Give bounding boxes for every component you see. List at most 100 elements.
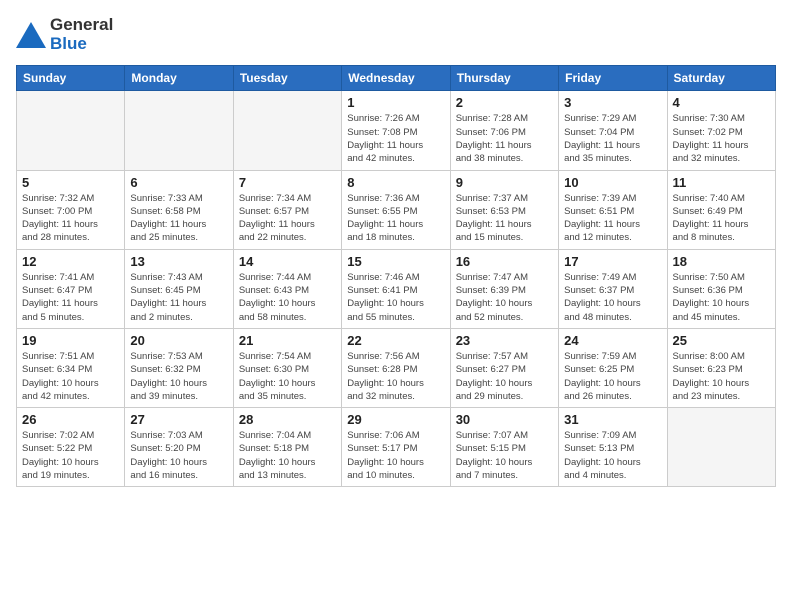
calendar-cell: 30Sunrise: 7:07 AM Sunset: 5:15 PM Dayli… xyxy=(450,408,558,487)
calendar-cell: 15 Sunrise: 7:46 AM Sunset: 6:41 PM Dayli… xyxy=(342,249,450,328)
calendar-cell: 4 Sunrise: 7:30 AM Sunset: 7:02 PM Daylig… xyxy=(667,91,775,170)
calendar-cell: 23 Sunrise: 7:57 AM Sunset: 6:27 PM Dayli… xyxy=(450,328,558,407)
calendar-cell: 29 Sunrise: 7:06 AM Sunset: 5:17 PM Dayli… xyxy=(342,408,450,487)
calendar-cell: 2Sunrise: 7:28 AM Sunset: 7:06 PM Daylig… xyxy=(450,91,558,170)
day-number: 23 xyxy=(456,333,553,348)
day-info: Sunrise: 7:37 AM Sunset: 6:53 PM Dayligh… xyxy=(456,192,553,245)
day-info: Sunrise: 7:41 AM Sunset: 6:47 PM Dayligh… xyxy=(22,271,119,324)
calendar-cell: 20 Sunrise: 7:53 AM Sunset: 6:32 PM Dayli… xyxy=(125,328,233,407)
day-info: Sunrise: 7:07 AM Sunset: 5:15 PM Dayligh… xyxy=(456,429,553,482)
day-info: Sunrise: 7:46 AM Sunset: 6:41 PM Dayligh… xyxy=(347,271,444,324)
calendar-cell: 14 Sunrise: 7:44 AM Sunset: 6:43 PM Dayli… xyxy=(233,249,341,328)
calendar-cell: 17Sunrise: 7:49 AM Sunset: 6:37 PM Dayli… xyxy=(559,249,667,328)
weekday-header-friday: Friday xyxy=(559,66,667,91)
calendar-cell: 11Sunrise: 7:40 AM Sunset: 6:49 PM Dayli… xyxy=(667,170,775,249)
day-info: Sunrise: 7:47 AM Sunset: 6:39 PM Dayligh… xyxy=(456,271,553,324)
calendar-cell xyxy=(125,91,233,170)
day-number: 9 xyxy=(456,175,553,190)
weekday-header-tuesday: Tuesday xyxy=(233,66,341,91)
day-number: 26 xyxy=(22,412,119,427)
day-info: Sunrise: 7:43 AM Sunset: 6:45 PM Dayligh… xyxy=(130,271,227,324)
day-info: Sunrise: 7:40 AM Sunset: 6:49 PM Dayligh… xyxy=(673,192,770,245)
day-number: 31 xyxy=(564,412,661,427)
calendar-cell: 26 Sunrise: 7:02 AM Sunset: 5:22 PM Dayli… xyxy=(17,408,125,487)
calendar-cell: 9 Sunrise: 7:37 AM Sunset: 6:53 PM Daylig… xyxy=(450,170,558,249)
weekday-header-sunday: Sunday xyxy=(17,66,125,91)
day-info: Sunrise: 7:04 AM Sunset: 5:18 PM Dayligh… xyxy=(239,429,336,482)
logo-bird-icon xyxy=(16,22,46,48)
day-info: Sunrise: 7:09 AM Sunset: 5:13 PM Dayligh… xyxy=(564,429,661,482)
day-number: 8 xyxy=(347,175,444,190)
day-info: Sunrise: 7:02 AM Sunset: 5:22 PM Dayligh… xyxy=(22,429,119,482)
day-number: 20 xyxy=(130,333,227,348)
day-info: Sunrise: 7:03 AM Sunset: 5:20 PM Dayligh… xyxy=(130,429,227,482)
logo: GeneralBlue xyxy=(16,16,113,53)
day-number: 27 xyxy=(130,412,227,427)
day-info: Sunrise: 7:33 AM Sunset: 6:58 PM Dayligh… xyxy=(130,192,227,245)
calendar-cell: 12 Sunrise: 7:41 AM Sunset: 6:47 PM Dayli… xyxy=(17,249,125,328)
day-info: Sunrise: 7:56 AM Sunset: 6:28 PM Dayligh… xyxy=(347,350,444,403)
calendar-cell: 22 Sunrise: 7:56 AM Sunset: 6:28 PM Dayli… xyxy=(342,328,450,407)
day-info: Sunrise: 8:00 AM Sunset: 6:23 PM Dayligh… xyxy=(673,350,770,403)
calendar-cell xyxy=(667,408,775,487)
day-number: 25 xyxy=(673,333,770,348)
day-info: Sunrise: 7:39 AM Sunset: 6:51 PM Dayligh… xyxy=(564,192,661,245)
day-info: Sunrise: 7:54 AM Sunset: 6:30 PM Dayligh… xyxy=(239,350,336,403)
calendar-cell xyxy=(233,91,341,170)
calendar-cell: 21 Sunrise: 7:54 AM Sunset: 6:30 PM Dayli… xyxy=(233,328,341,407)
day-number: 28 xyxy=(239,412,336,427)
day-number: 15 xyxy=(347,254,444,269)
day-info: Sunrise: 7:30 AM Sunset: 7:02 PM Dayligh… xyxy=(673,112,770,165)
calendar-week-3: 12 Sunrise: 7:41 AM Sunset: 6:47 PM Dayli… xyxy=(17,249,776,328)
weekday-header-thursday: Thursday xyxy=(450,66,558,91)
calendar-cell: 3 Sunrise: 7:29 AM Sunset: 7:04 PM Daylig… xyxy=(559,91,667,170)
day-number: 1 xyxy=(347,95,444,110)
calendar-cell: 1Sunrise: 7:26 AM Sunset: 7:08 PM Daylig… xyxy=(342,91,450,170)
day-number: 24 xyxy=(564,333,661,348)
calendar-cell: 6 Sunrise: 7:33 AM Sunset: 6:58 PM Daylig… xyxy=(125,170,233,249)
calendar-week-5: 26 Sunrise: 7:02 AM Sunset: 5:22 PM Dayli… xyxy=(17,408,776,487)
day-info: Sunrise: 7:36 AM Sunset: 6:55 PM Dayligh… xyxy=(347,192,444,245)
day-number: 16 xyxy=(456,254,553,269)
day-number: 17 xyxy=(564,254,661,269)
calendar-cell xyxy=(17,91,125,170)
day-info: Sunrise: 7:28 AM Sunset: 7:06 PM Dayligh… xyxy=(456,112,553,165)
day-number: 14 xyxy=(239,254,336,269)
calendar-week-4: 19Sunrise: 7:51 AM Sunset: 6:34 PM Dayli… xyxy=(17,328,776,407)
day-number: 12 xyxy=(22,254,119,269)
day-number: 18 xyxy=(673,254,770,269)
calendar-table: SundayMondayTuesdayWednesdayThursdayFrid… xyxy=(16,65,776,487)
day-number: 7 xyxy=(239,175,336,190)
day-info: Sunrise: 7:06 AM Sunset: 5:17 PM Dayligh… xyxy=(347,429,444,482)
weekday-header-saturday: Saturday xyxy=(667,66,775,91)
day-number: 21 xyxy=(239,333,336,348)
calendar-cell: 27 Sunrise: 7:03 AM Sunset: 5:20 PM Dayli… xyxy=(125,408,233,487)
calendar-cell: 7Sunrise: 7:34 AM Sunset: 6:57 PM Daylig… xyxy=(233,170,341,249)
day-number: 10 xyxy=(564,175,661,190)
day-number: 6 xyxy=(130,175,227,190)
calendar-cell: 28 Sunrise: 7:04 AM Sunset: 5:18 PM Dayli… xyxy=(233,408,341,487)
day-info: Sunrise: 7:51 AM Sunset: 6:34 PM Dayligh… xyxy=(22,350,119,403)
day-info: Sunrise: 7:50 AM Sunset: 6:36 PM Dayligh… xyxy=(673,271,770,324)
calendar-cell: 19Sunrise: 7:51 AM Sunset: 6:34 PM Dayli… xyxy=(17,328,125,407)
calendar-cell: 31 Sunrise: 7:09 AM Sunset: 5:13 PM Dayli… xyxy=(559,408,667,487)
day-info: Sunrise: 7:57 AM Sunset: 6:27 PM Dayligh… xyxy=(456,350,553,403)
day-number: 13 xyxy=(130,254,227,269)
day-number: 22 xyxy=(347,333,444,348)
day-info: Sunrise: 7:32 AM Sunset: 7:00 PM Dayligh… xyxy=(22,192,119,245)
calendar-cell: 8 Sunrise: 7:36 AM Sunset: 6:55 PM Daylig… xyxy=(342,170,450,249)
calendar-cell: 16 Sunrise: 7:47 AM Sunset: 6:39 PM Dayli… xyxy=(450,249,558,328)
day-info: Sunrise: 7:29 AM Sunset: 7:04 PM Dayligh… xyxy=(564,112,661,165)
day-number: 4 xyxy=(673,95,770,110)
day-number: 3 xyxy=(564,95,661,110)
day-info: Sunrise: 7:59 AM Sunset: 6:25 PM Dayligh… xyxy=(564,350,661,403)
day-info: Sunrise: 7:53 AM Sunset: 6:32 PM Dayligh… xyxy=(130,350,227,403)
calendar-week-2: 5Sunrise: 7:32 AM Sunset: 7:00 PM Daylig… xyxy=(17,170,776,249)
day-number: 29 xyxy=(347,412,444,427)
calendar-week-1: 1Sunrise: 7:26 AM Sunset: 7:08 PM Daylig… xyxy=(17,91,776,170)
calendar-cell: 5Sunrise: 7:32 AM Sunset: 7:00 PM Daylig… xyxy=(17,170,125,249)
weekday-header-wednesday: Wednesday xyxy=(342,66,450,91)
weekday-header-row: SundayMondayTuesdayWednesdayThursdayFrid… xyxy=(17,66,776,91)
day-info: Sunrise: 7:44 AM Sunset: 6:43 PM Dayligh… xyxy=(239,271,336,324)
calendar-cell: 10 Sunrise: 7:39 AM Sunset: 6:51 PM Dayli… xyxy=(559,170,667,249)
